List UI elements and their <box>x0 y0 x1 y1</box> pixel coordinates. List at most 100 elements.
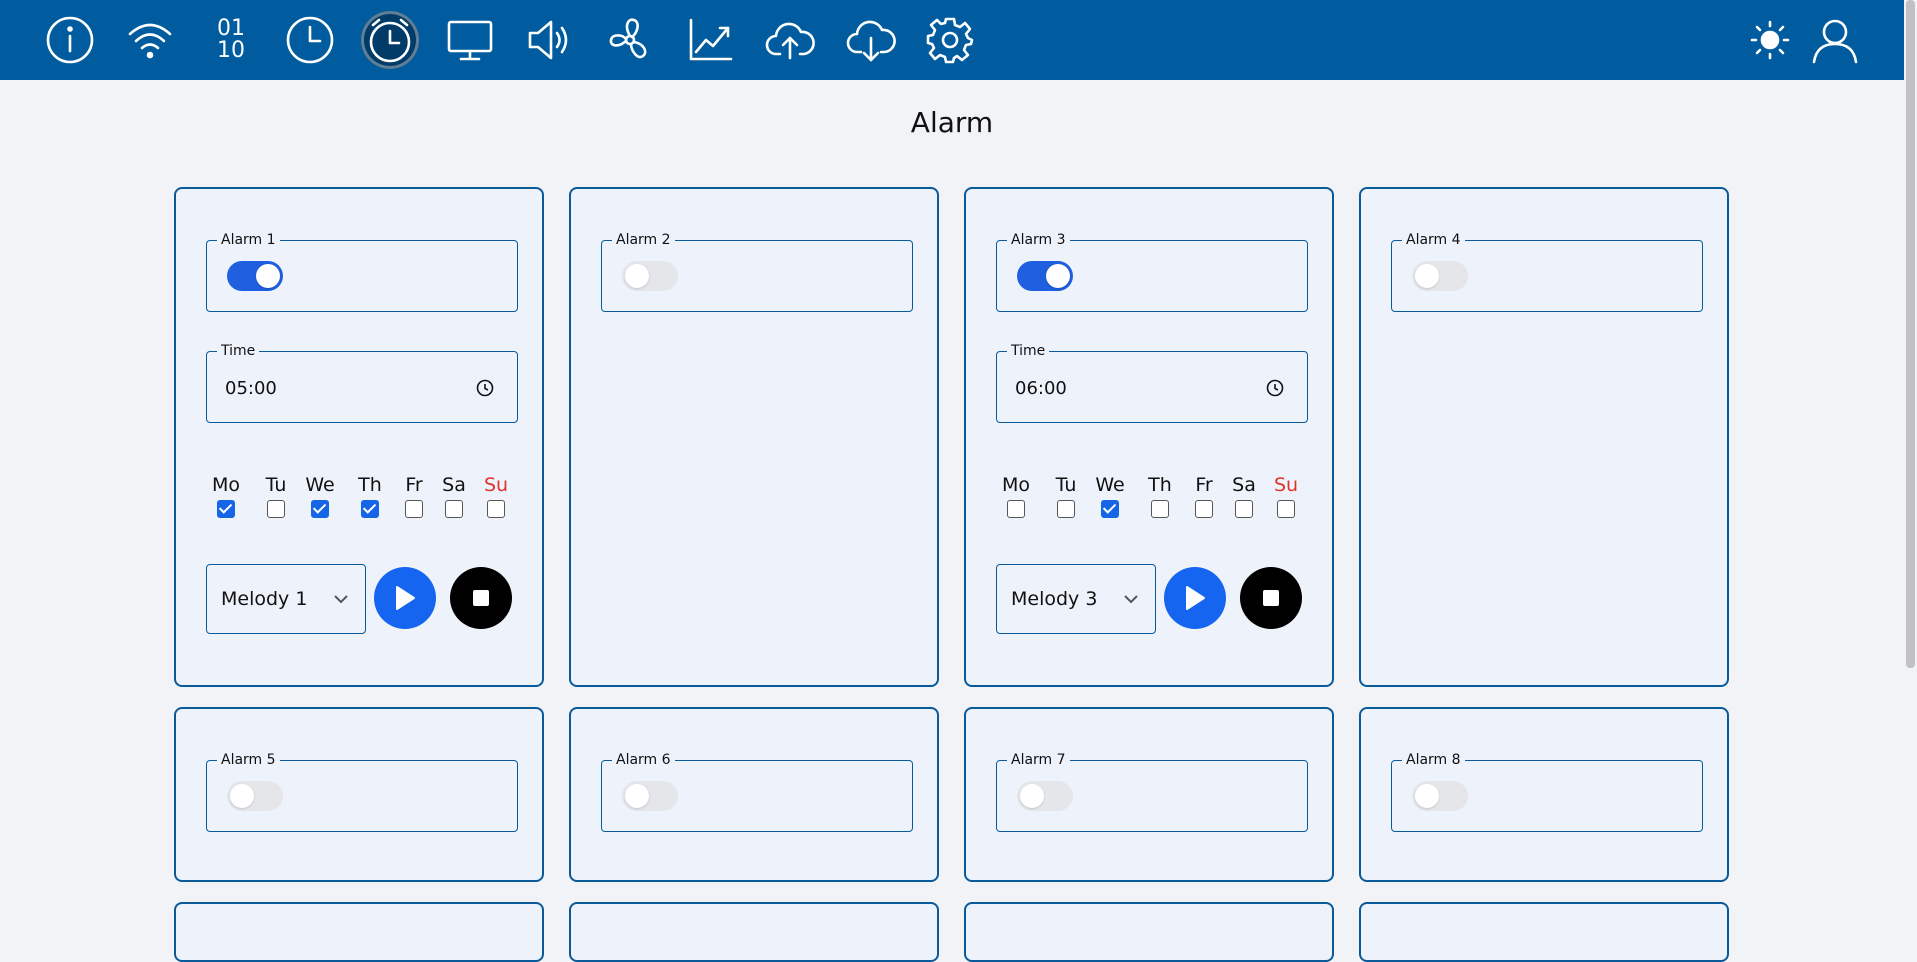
day-label: We <box>1095 474 1125 496</box>
melody-select[interactable]: Melody 3 <box>996 564 1156 634</box>
time-label: Time <box>1007 343 1050 359</box>
alarm-card-7: Alarm 7 <box>964 707 1334 882</box>
wifi-icon[interactable] <box>121 11 179 69</box>
time-field[interactable]: Time 05:00 <box>206 343 518 423</box>
day-label: Fr <box>1195 474 1213 496</box>
day-checkbox[interactable] <box>1101 500 1119 518</box>
info-icon[interactable] <box>41 11 99 69</box>
alarm-toggle[interactable] <box>227 781 283 811</box>
alarm-toggle[interactable] <box>1412 781 1468 811</box>
page-title: Alarm <box>910 106 994 139</box>
day-checkbox[interactable] <box>1057 500 1075 518</box>
fan-icon[interactable] <box>601 11 659 69</box>
alarm-label: Alarm 3 <box>1007 232 1070 248</box>
scrollbar[interactable] <box>1904 0 1917 907</box>
day-label: We <box>305 474 335 496</box>
day-sa: Sa <box>434 474 474 518</box>
stop-button[interactable] <box>450 567 512 629</box>
day-checkbox[interactable] <box>267 500 285 518</box>
alarm-icon[interactable] <box>361 11 419 69</box>
binary-icon[interactable]: 01 10 <box>202 11 260 69</box>
day-checkbox[interactable] <box>217 500 235 518</box>
alarm-toggle[interactable] <box>1017 781 1073 811</box>
alarm-card-10 <box>569 902 939 962</box>
day-label: Tu <box>265 474 287 496</box>
alarm-card-2: Alarm 2 <box>569 187 939 687</box>
alarm-toggle[interactable] <box>622 781 678 811</box>
alarm-label: Alarm 7 <box>1007 752 1070 768</box>
alarm-enable-group: Alarm 3 <box>996 232 1308 312</box>
user-icon[interactable] <box>1806 11 1864 69</box>
day-checkbox[interactable] <box>445 500 463 518</box>
weekday-selector: Mo Tu We Th Fr Sa Su <box>1002 474 1306 534</box>
day-checkbox[interactable] <box>361 500 379 518</box>
weekday-selector: Mo Tu We Th Fr Sa Su <box>212 474 514 534</box>
day-checkbox[interactable] <box>1277 500 1295 518</box>
day-tu: Tu <box>256 474 296 518</box>
alarm-label: Alarm 1 <box>217 232 280 248</box>
speaker-icon[interactable] <box>521 11 579 69</box>
alarm-enable-group: Alarm 6 <box>601 752 913 832</box>
play-button[interactable] <box>374 567 436 629</box>
gear-icon[interactable] <box>921 11 979 69</box>
play-button[interactable] <box>1164 567 1226 629</box>
alarm-card-11 <box>964 902 1334 962</box>
day-label: Mo <box>1001 474 1031 496</box>
clock-picker-icon[interactable] <box>475 378 495 398</box>
alarm-card-12 <box>1359 902 1729 962</box>
day-su: Su <box>1266 474 1306 518</box>
melody-value: Melody 1 <box>221 588 308 610</box>
day-checkbox[interactable] <box>311 500 329 518</box>
chevron-down-icon <box>1124 595 1138 604</box>
day-checkbox[interactable] <box>1195 500 1213 518</box>
alarm-toggle[interactable] <box>1412 261 1468 291</box>
binary-bottom: 10 <box>217 38 245 63</box>
alarm-enable-group: Alarm 2 <box>601 232 913 312</box>
day-label: Th <box>1148 474 1172 496</box>
clock-icon[interactable] <box>281 11 339 69</box>
binary-top: 01 <box>217 16 245 41</box>
time-value[interactable]: 06:00 <box>1015 378 1067 399</box>
melody-select[interactable]: Melody 1 <box>206 564 366 634</box>
play-icon <box>396 586 415 610</box>
alarm-enable-group: Alarm 5 <box>206 752 518 832</box>
day-label: Tu <box>1055 474 1077 496</box>
sun-icon[interactable] <box>1741 11 1799 69</box>
chart-icon[interactable] <box>681 11 739 69</box>
day-th: Th <box>350 474 390 518</box>
day-we: We <box>300 474 340 518</box>
cloud-upload-icon[interactable] <box>761 11 819 69</box>
day-sa: Sa <box>1224 474 1264 518</box>
alarm-label: Alarm 6 <box>612 752 675 768</box>
play-icon <box>1186 586 1205 610</box>
alarm-card-1: Alarm 1 Time 05:00 Mo Tu We Th Fr Sa Su Melody… <box>174 187 544 687</box>
alarm-toggle[interactable] <box>227 261 283 291</box>
day-label: Su <box>483 474 509 496</box>
day-checkbox[interactable] <box>1151 500 1169 518</box>
monitor-icon[interactable] <box>441 11 499 69</box>
day-mo: Mo <box>996 474 1036 518</box>
day-checkbox[interactable] <box>1007 500 1025 518</box>
alarm-card-8: Alarm 8 <box>1359 707 1729 882</box>
day-checkbox[interactable] <box>405 500 423 518</box>
alarm-toggle[interactable] <box>1017 261 1073 291</box>
day-label: Fr <box>405 474 423 496</box>
stop-icon <box>1263 590 1279 606</box>
alarm-enable-group: Alarm 4 <box>1391 232 1703 312</box>
day-label: Sa <box>1232 474 1256 496</box>
time-field[interactable]: Time 06:00 <box>996 343 1308 423</box>
alarm-card-5: Alarm 5 <box>174 707 544 882</box>
time-value[interactable]: 05:00 <box>225 378 277 399</box>
alarm-toggle[interactable] <box>622 261 678 291</box>
stop-button[interactable] <box>1240 567 1302 629</box>
scrollbar-thumb[interactable] <box>1906 0 1915 668</box>
day-label: Mo <box>211 474 241 496</box>
day-checkbox[interactable] <box>1235 500 1253 518</box>
clock-picker-icon[interactable] <box>1265 378 1285 398</box>
cloud-download-icon[interactable] <box>842 11 900 69</box>
melody-value: Melody 3 <box>1011 588 1098 610</box>
day-label: Th <box>358 474 382 496</box>
alarm-card-6: Alarm 6 <box>569 707 939 882</box>
day-fr: Fr <box>1184 474 1224 518</box>
day-checkbox[interactable] <box>487 500 505 518</box>
